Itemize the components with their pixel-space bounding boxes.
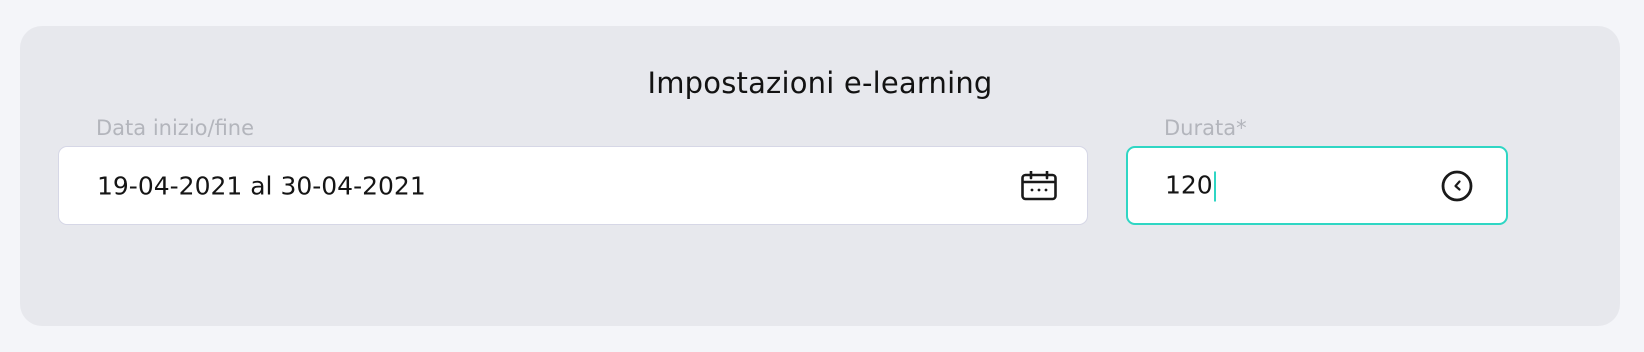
clock-icon[interactable]	[1437, 166, 1477, 206]
duration-label: Durata*	[1164, 116, 1247, 140]
elearning-settings-panel: Impostazioni e-learning Data inizio/fine…	[20, 26, 1620, 326]
calendar-icon[interactable]	[1019, 166, 1059, 206]
date-range-field[interactable]: 19-04-2021 al 30-04-2021	[58, 146, 1088, 225]
date-range-value: 19-04-2021 al 30-04-2021	[97, 171, 426, 200]
date-range-label: Data inizio/fine	[96, 116, 255, 140]
duration-field[interactable]: 120	[1126, 146, 1508, 225]
duration-input[interactable]: 120	[1165, 170, 1216, 201]
text-caret	[1213, 171, 1216, 201]
panel-title: Impostazioni e-learning	[647, 66, 993, 100]
duration-value: 120	[1165, 170, 1213, 199]
